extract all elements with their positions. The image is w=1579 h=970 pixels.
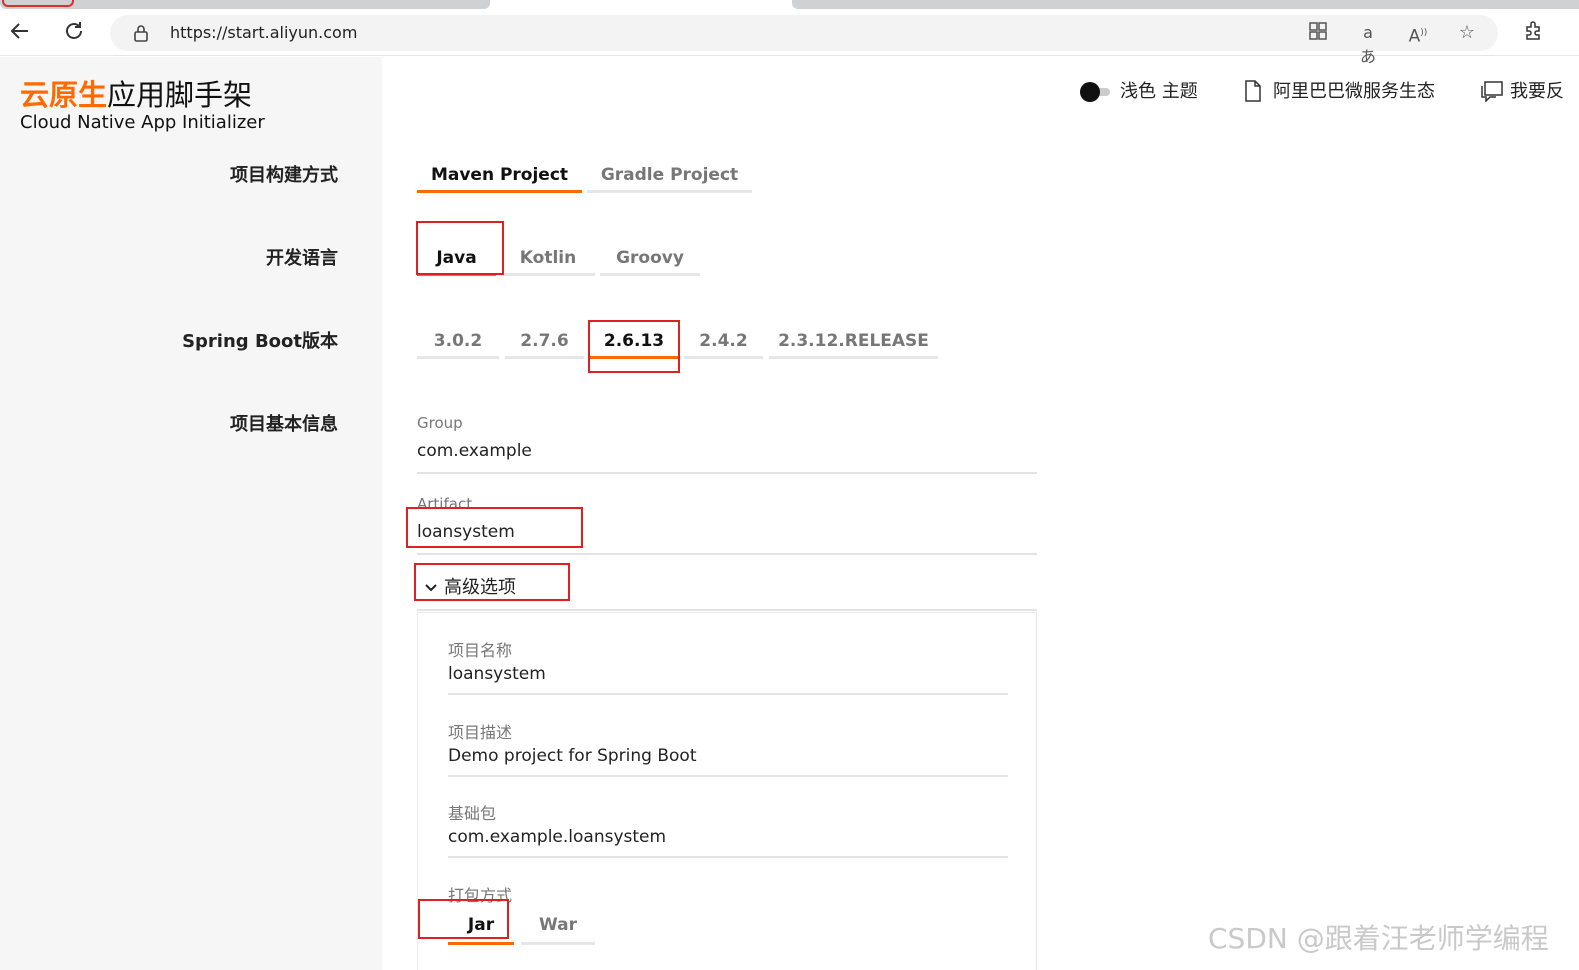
translate-icon[interactable]: aあ [1356,21,1380,66]
tab-boot-2-7-6[interactable]: 2.7.6 [505,323,584,359]
extensions-icon[interactable] [1522,19,1546,43]
field-underline [448,775,1008,777]
artifact-field[interactable]: Artifact loansystem [417,495,1037,555]
advanced-options-label: 高级选项 [444,577,516,598]
toggle-knob [1080,82,1100,102]
base-package-label: 基础包 [448,804,497,823]
theme-toggle[interactable] [1080,82,1110,102]
tab-highlight [2,0,74,7]
project-name-field[interactable]: 项目名称 loansystem [448,637,1008,695]
tab-boot-2-3-12[interactable]: 2.3.12.RELEASE [769,323,938,359]
tab-boot-3-0-2[interactable]: 3.0.2 [417,323,499,359]
base-package-input[interactable]: com.example.loansystem [448,822,1008,852]
group-field[interactable]: Group com.example [417,414,1037,474]
ecosystem-link[interactable]: 阿里巴巴微服务生态 [1273,77,1435,103]
project-name-input[interactable]: loansystem [448,659,1008,689]
tab-kotlin[interactable]: Kotlin [501,240,595,276]
feedback-link[interactable]: 我要反 [1510,77,1564,103]
base-package-field[interactable]: 基础包 com.example.loansystem [448,800,1008,858]
project-desc-input[interactable]: Demo project for Spring Boot [448,741,1008,771]
browser-tab[interactable] [792,0,1579,9]
tab-war[interactable]: War [521,907,595,945]
brand-subtitle: Cloud Native App Initializer [20,112,265,133]
project-name-label: 项目名称 [448,641,513,660]
url-text[interactable]: https://start.aliyun.com [170,23,357,42]
project-desc-field[interactable]: 项目描述 Demo project for Spring Boot [448,719,1008,777]
artifact-input[interactable]: loansystem [417,517,1037,547]
field-underline [417,472,1037,474]
packaging-label: 打包方式 [448,886,513,905]
back-arrow-icon[interactable] [8,19,32,43]
browser-toolbar: https://start.aliyun.com aあ A)) ☆ [0,10,1579,66]
group-label: Group [417,414,463,432]
brand-title[interactable]: 云原生应用脚手架 [20,72,252,114]
watermark: CSDN @跟着汪老师学编程 [1208,922,1549,955]
tab-maven-project[interactable]: Maven Project [417,157,582,193]
language-label: 开发语言 [266,248,338,269]
apps-icon[interactable] [1306,21,1330,45]
info-label: 项目基本信息 [230,414,338,435]
document-icon [1243,80,1263,106]
brand-title-accent: 云原生 [20,78,108,112]
field-underline [417,553,1037,555]
boot-label: Spring Boot版本 [182,331,338,352]
browser-tab-strip [0,0,1579,10]
artifact-label: Artifact [417,495,473,513]
theme-label[interactable]: 浅色 主题 [1120,77,1198,103]
favorite-star-icon[interactable]: ☆ [1455,21,1479,45]
feedback-icon [1480,80,1504,106]
tab-groovy[interactable]: Groovy [600,240,700,276]
browser-tab[interactable] [0,0,490,9]
build-label: 项目构建方式 [230,165,338,186]
brand-title-rest: 应用脚手架 [107,78,253,112]
group-input[interactable]: com.example [417,436,1037,466]
read-aloud-icon[interactable]: A)) [1406,21,1430,47]
field-underline [448,856,1008,858]
project-desc-label: 项目描述 [448,723,513,742]
packaging-field: 打包方式 [448,882,1008,905]
tab-java[interactable]: Java [417,240,496,276]
sidebar [0,57,382,970]
chevron-down-icon [424,577,440,598]
field-underline [448,693,1008,695]
divider [417,609,1037,611]
tab-jar[interactable]: Jar [448,907,514,945]
lock-icon[interactable] [132,23,150,47]
advanced-options-toggle[interactable]: 高级选项 [424,573,516,599]
address-bar[interactable]: https://start.aliyun.com aあ A)) ☆ [110,15,1498,66]
tab-boot-2-6-13[interactable]: 2.6.13 [590,323,678,359]
reload-icon[interactable] [62,19,86,43]
tab-boot-2-4-2[interactable]: 2.4.2 [684,323,763,359]
tab-gradle-project[interactable]: Gradle Project [587,157,752,193]
